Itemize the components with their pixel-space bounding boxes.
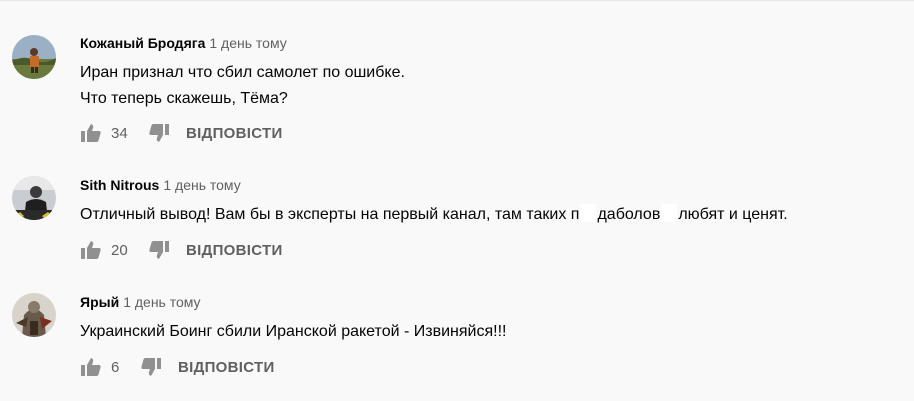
comment-text: Иран признал что сбил самолет по ошибке.… (80, 60, 405, 112)
like-button[interactable] (80, 122, 102, 144)
author-name[interactable]: Sith Nitrous (80, 177, 159, 193)
comment-timestamp[interactable]: 1 день тому (163, 177, 240, 193)
like-count: 6 (111, 358, 120, 376)
like-button[interactable] (80, 239, 102, 261)
like-button[interactable] (80, 356, 102, 378)
comment-timestamp[interactable]: 1 день тому (209, 35, 286, 51)
dislike-button[interactable] (148, 122, 170, 144)
comment-text-part: даболов (597, 206, 661, 223)
author-name[interactable]: Кожаный Бродяга (80, 35, 205, 51)
avatar[interactable] (12, 293, 56, 337)
comment-line: Что теперь скажешь, Тёма? (80, 90, 288, 107)
reply-button[interactable]: ВІДПОВІСТИ (186, 125, 283, 142)
reply-button[interactable]: ВІДПОВІСТИ (186, 242, 283, 259)
comment-header: Ярый 1 день тому (80, 293, 201, 311)
thumb-down-icon (141, 358, 161, 376)
author-name[interactable]: Ярый (80, 294, 119, 310)
thumb-down-icon (149, 124, 169, 142)
reply-button[interactable]: ВІДПОВІСТИ (178, 359, 275, 376)
thumb-up-icon (81, 358, 101, 376)
comment-text-part: любят и ценят. (678, 206, 788, 223)
avatar[interactable] (12, 35, 56, 79)
like-count: 20 (111, 241, 128, 259)
thumb-down-icon (149, 241, 169, 259)
dislike-button[interactable] (148, 239, 170, 261)
comment-actions: 34 ВІДПОВІСТИ (80, 121, 283, 145)
comment-line: Иран признал что сбил самолет по ошибке. (80, 64, 405, 81)
comment-timestamp[interactable]: 1 день тому (123, 294, 200, 310)
comment-header: Sith Nitrous 1 день тому (80, 176, 241, 194)
comment-actions: 6 ВІДПОВІСТИ (80, 355, 275, 379)
redaction-mark (661, 204, 678, 222)
comment-line: Украинский Боинг сбили Иранской ракетой … (80, 323, 507, 340)
like-count: 34 (111, 124, 128, 142)
comment-header: Кожаный Бродяга 1 день тому (80, 34, 287, 52)
redaction-mark (580, 204, 597, 222)
comment-text: Отличный вывод! Вам бы в эксперты на пер… (80, 202, 788, 228)
avatar[interactable] (12, 176, 56, 220)
top-divider (0, 0, 914, 1)
thumb-up-icon (81, 124, 101, 142)
comment-text: Украинский Боинг сбили Иранской ракетой … (80, 319, 506, 345)
thumb-up-icon (81, 241, 101, 259)
comment-actions: 20 ВІДПОВІСТИ (80, 238, 283, 262)
comment-text-part: Отличный вывод! Вам бы в эксперты на пер… (80, 206, 580, 223)
dislike-button[interactable] (140, 356, 162, 378)
